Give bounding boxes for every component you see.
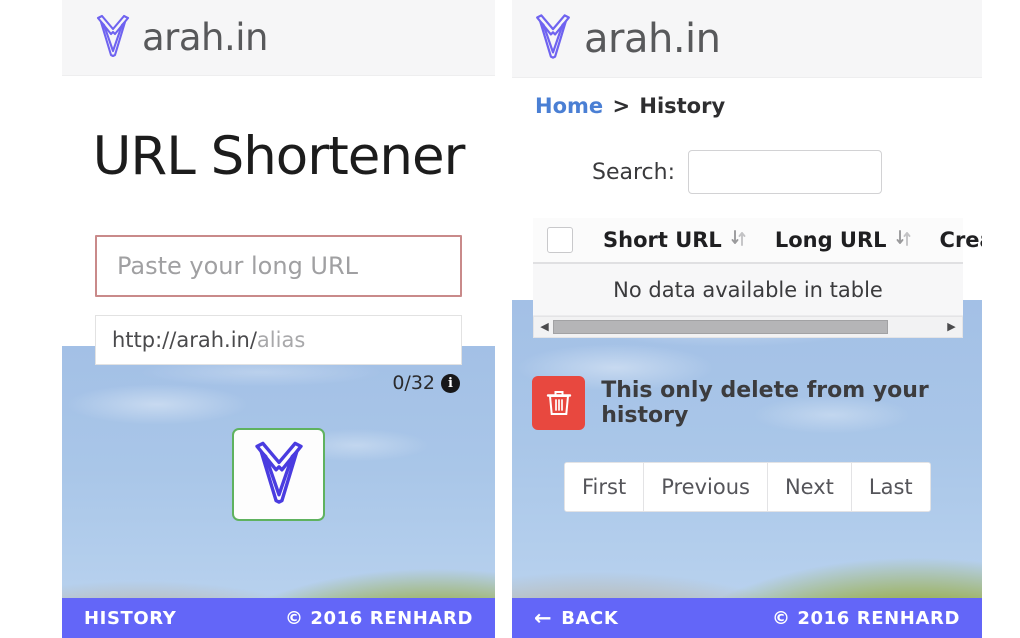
alias-field-group: http://arah.in/alias 0/32 i: [95, 315, 462, 394]
pagination-previous-button[interactable]: Previous: [644, 463, 768, 511]
alias-prefix: http://arah.in/: [112, 328, 257, 352]
column-label-long-url: Long URL: [774, 228, 887, 252]
arrow-left-icon: ←: [534, 605, 553, 630]
table-horizontal-scrollbar[interactable]: ◀ ▶: [533, 316, 963, 338]
scroll-left-arrow-icon[interactable]: ◀: [536, 321, 553, 333]
table-empty-message: No data available in table: [533, 264, 963, 316]
page-title: URL Shortener: [92, 126, 466, 187]
left-footer-bar: HISTORY © 2016 RENHARD: [62, 598, 495, 638]
right-top-bar: arah.in: [512, 0, 982, 78]
column-header-short-url[interactable]: Short URL: [603, 228, 747, 252]
long-url-placeholder: Paste your long URL: [117, 252, 359, 280]
history-link[interactable]: HISTORY: [84, 608, 176, 629]
column-header-created[interactable]: Crea: [940, 228, 982, 252]
pagination: First Previous Next Last: [564, 462, 931, 512]
breadcrumb: Home > History: [512, 78, 982, 118]
arah-v-logo-icon: [95, 13, 131, 63]
arah-v-logo-icon: [534, 12, 572, 65]
delete-button[interactable]: [532, 376, 586, 430]
screenshot-root: arah.in URL Shortener Paste your long UR…: [0, 0, 1020, 638]
back-label: BACK: [561, 607, 619, 629]
delete-row: This only delete from your history: [532, 376, 982, 430]
pagination-last-button[interactable]: Last: [851, 463, 930, 511]
search-row: Search:: [512, 150, 982, 194]
right-phone-panel: arah.in Home > History Search: Short URL: [512, 0, 982, 638]
info-circle-icon[interactable]: i: [441, 373, 460, 393]
back-link[interactable]: ← BACK: [534, 605, 619, 630]
search-label: Search:: [592, 159, 675, 185]
alias-placeholder: alias: [256, 328, 306, 352]
trash-icon: [546, 391, 571, 415]
arah-v-logo-icon: [252, 439, 306, 510]
alias-input[interactable]: http://arah.in/alias: [95, 315, 462, 365]
long-url-input[interactable]: Paste your long URL: [95, 235, 462, 297]
left-phone-panel: arah.in URL Shortener Paste your long UR…: [62, 0, 495, 638]
search-input[interactable]: [688, 150, 882, 194]
column-header-long-url[interactable]: Long URL: [775, 228, 912, 252]
scroll-right-arrow-icon[interactable]: ▶: [943, 321, 960, 333]
copyright-left: © 2016 RENHARD: [284, 607, 473, 629]
breadcrumb-separator: >: [612, 94, 631, 118]
alias-counter-row: 0/32 i: [95, 372, 462, 394]
breadcrumb-home-link[interactable]: Home: [535, 94, 603, 118]
delete-note: This only delete from your history: [601, 378, 929, 428]
right-footer-bar: ← BACK © 2016 RENHARD: [512, 598, 982, 638]
breadcrumb-current: History: [639, 94, 726, 118]
select-all-checkbox[interactable]: [547, 227, 573, 253]
scrollbar-track[interactable]: [553, 320, 943, 334]
pagination-next-button[interactable]: Next: [767, 463, 852, 511]
brand-name-right: arah.in: [584, 15, 721, 62]
left-top-bar: arah.in: [62, 0, 495, 76]
shorten-submit-button[interactable]: [232, 428, 325, 521]
pagination-first-button[interactable]: First: [565, 463, 645, 511]
brand-name-left: arah.in: [142, 16, 269, 59]
column-label-short-url: Short URL: [603, 228, 722, 252]
history-table: Short URL Long URL Cre No data available…: [533, 218, 982, 338]
scrollbar-thumb[interactable]: [553, 320, 889, 334]
character-counter: 0/32: [392, 372, 435, 394]
table-header-row: Short URL Long URL Cre: [533, 218, 982, 264]
column-label-created: Crea: [939, 228, 982, 252]
copyright-right: © 2016 RENHARD: [771, 607, 960, 629]
sort-updown-icon[interactable]: [896, 228, 912, 252]
sort-updown-icon[interactable]: [731, 228, 747, 252]
